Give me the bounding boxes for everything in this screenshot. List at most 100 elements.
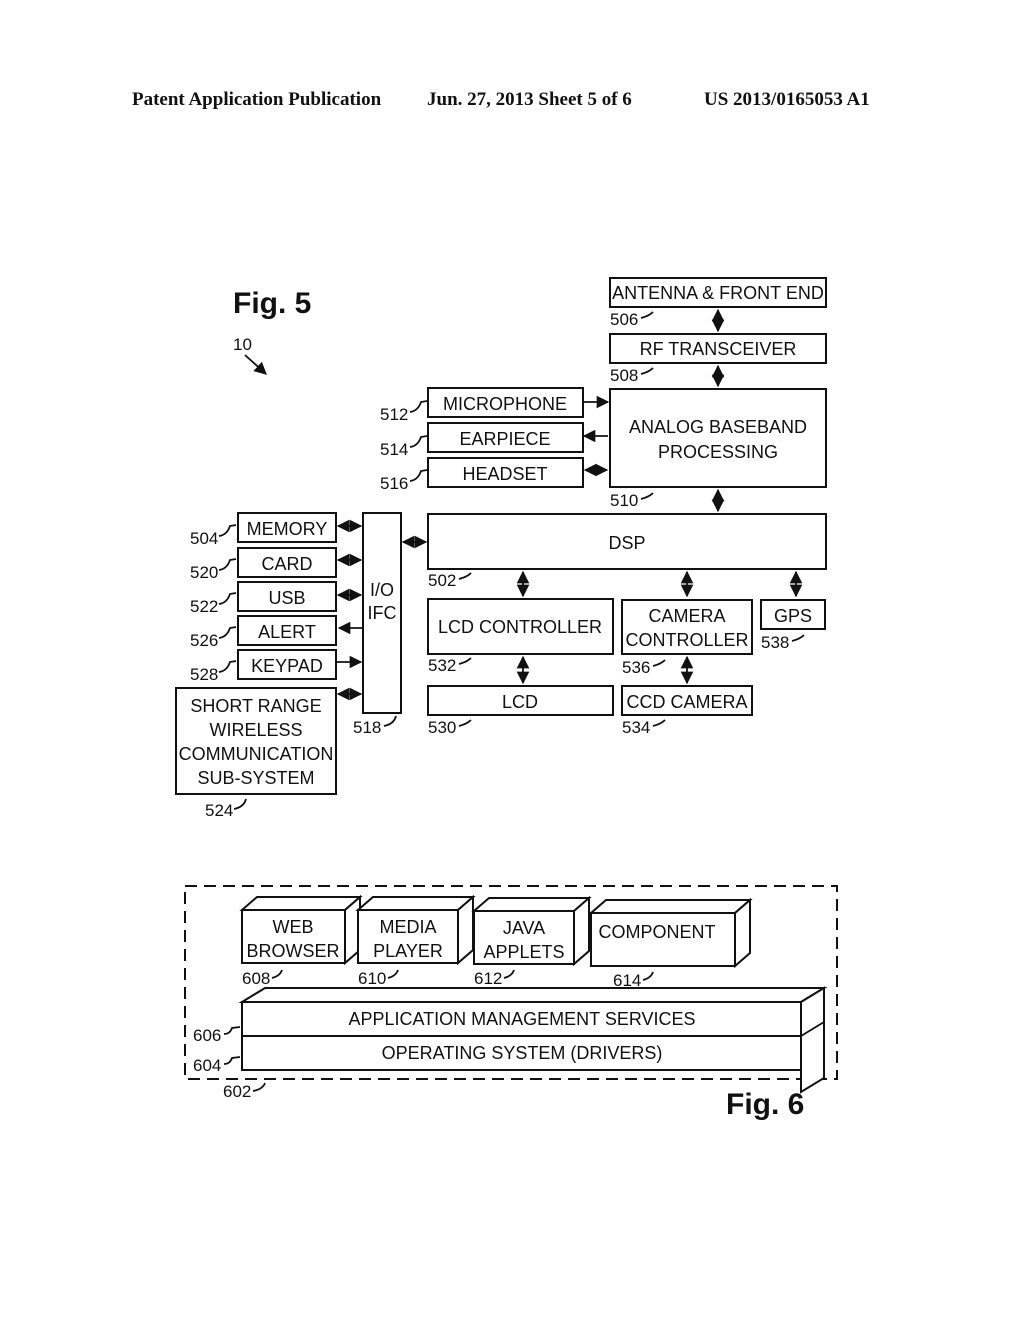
svg-text:BROWSER: BROWSER (246, 941, 339, 961)
block-rf-transceiver: RF TRANSCEIVER (609, 333, 827, 364)
svg-text:WIRELESS: WIRELESS (209, 720, 302, 740)
ref-510: 510 (610, 491, 638, 510)
leader-534 (652, 719, 666, 727)
block-analog-baseband-processing: ANALOG BASEBAND PROCESSING (609, 388, 827, 488)
block-headset: HEADSET (427, 457, 584, 488)
app-web-browser: WEB BROWSER (239, 894, 363, 966)
svg-text:HEADSET: HEADSET (462, 464, 547, 484)
figure-canvas: Fig. 5 10 ANTENNA & FRONT END 506 RF TRA… (175, 277, 838, 1121)
ref-608: 608 (242, 969, 270, 988)
block-card: CARD (237, 547, 337, 578)
block-usb: USB (237, 581, 337, 612)
block-camera-controller: CAMERA CONTROLLER (621, 599, 753, 655)
svg-text:GPS: GPS (774, 606, 812, 626)
ref-520: 520 (190, 563, 218, 582)
block-keypad: KEYPAD (237, 649, 337, 680)
svg-text:SHORT RANGE: SHORT RANGE (190, 696, 321, 716)
ref-524: 524 (205, 801, 233, 820)
svg-text:CONTROLLER: CONTROLLER (625, 630, 748, 650)
fig6-title: Fig. 6 (726, 1088, 804, 1121)
ref-534: 534 (622, 718, 650, 737)
svg-text:ALERT: ALERT (258, 622, 316, 642)
app-java-applets: JAVA APPLETS (471, 895, 592, 967)
svg-text:IFC: IFC (368, 603, 397, 623)
ref-532: 532 (428, 656, 456, 675)
leader-506 (640, 311, 654, 319)
fig5-title: Fig. 5 (233, 287, 311, 320)
svg-text:ANTENNA & FRONT END: ANTENNA & FRONT END (612, 283, 824, 303)
svg-text:MEDIA: MEDIA (379, 917, 436, 937)
leader-516 (409, 469, 428, 482)
leader-508 (640, 367, 654, 375)
ref-610: 610 (358, 969, 386, 988)
leader-602 (252, 1082, 266, 1092)
ref-528: 528 (190, 665, 218, 684)
svg-text:DSP: DSP (608, 533, 645, 553)
block-earpiece: EARPIECE (427, 422, 584, 453)
leader-510 (640, 492, 654, 500)
svg-text:WEB: WEB (272, 917, 313, 937)
svg-text:USB: USB (268, 588, 305, 608)
ref-512: 512 (380, 405, 408, 424)
leader-520 (218, 558, 237, 571)
device-ref-label: 10 (233, 335, 252, 354)
leader-514 (409, 435, 428, 448)
layer-operating-system: OPERATING SYSTEM (DRIVERS) (241, 1035, 802, 1071)
block-io-ifc: I/O IFC (362, 512, 402, 714)
svg-text:OPERATING SYSTEM (DRIVERS): OPERATING SYSTEM (DRIVERS) (382, 1043, 663, 1063)
leader-526 (218, 626, 237, 639)
block-microphone: MICROPHONE (427, 387, 584, 418)
block-alert: ALERT (237, 615, 337, 646)
svg-text:MEMORY: MEMORY (247, 519, 328, 539)
device-ref-arrow (244, 354, 267, 375)
leader-538 (791, 634, 805, 642)
leader-518 (383, 715, 397, 727)
ref-514: 514 (380, 440, 408, 459)
block-gps: GPS (760, 599, 826, 630)
svg-text:LCD: LCD (502, 692, 538, 712)
svg-text:CCD CAMERA: CCD CAMERA (626, 692, 747, 712)
ref-604: 604 (193, 1056, 221, 1075)
svg-text:MICROPHONE: MICROPHONE (443, 394, 567, 414)
ref-516: 516 (380, 474, 408, 493)
block-short-range-wireless: SHORT RANGE WIRELESS COMMUNICATION SUB-S… (175, 687, 337, 795)
svg-text:I/O: I/O (370, 580, 394, 600)
svg-text:CARD: CARD (261, 554, 312, 574)
block-memory: MEMORY (237, 512, 337, 543)
leader-502 (458, 572, 472, 580)
leader-530 (458, 719, 472, 727)
ref-538: 538 (761, 633, 789, 652)
leader-532 (458, 657, 472, 665)
leader-610 (387, 969, 399, 979)
block-dsp: DSP (427, 513, 827, 570)
svg-text:APPLETS: APPLETS (483, 942, 564, 962)
leader-512 (409, 400, 428, 413)
svg-text:COMMUNICATION: COMMUNICATION (179, 744, 334, 764)
ref-508: 508 (610, 366, 638, 385)
leader-612 (503, 969, 515, 979)
ref-522: 522 (190, 597, 218, 616)
leader-524 (233, 798, 247, 810)
ref-506: 506 (610, 310, 638, 329)
svg-text:APPLICATION MANAGEMENT SERVICE: APPLICATION MANAGEMENT SERVICES (348, 1009, 695, 1029)
app-media-player: MEDIA PLAYER (355, 894, 476, 966)
leader-606 (223, 1026, 241, 1035)
leader-522 (218, 592, 237, 605)
ref-612: 612 (474, 969, 502, 988)
svg-text:EARPIECE: EARPIECE (459, 429, 550, 449)
block-ccd-camera: CCD CAMERA (621, 685, 753, 716)
leader-528 (218, 660, 237, 673)
svg-text:SUB-SYSTEM: SUB-SYSTEM (197, 768, 314, 788)
leader-504 (218, 524, 237, 537)
ref-502: 502 (428, 571, 456, 590)
svg-text:KEYPAD: KEYPAD (251, 656, 323, 676)
block-lcd: LCD (427, 685, 614, 716)
svg-text:JAVA: JAVA (503, 918, 545, 938)
svg-text:LCD CONTROLLER: LCD CONTROLLER (438, 617, 602, 637)
svg-text:CAMERA: CAMERA (648, 606, 725, 626)
svg-text:RF TRANSCEIVER: RF TRANSCEIVER (640, 339, 797, 359)
leader-536 (652, 659, 666, 667)
block-lcd-controller: LCD CONTROLLER (427, 598, 614, 655)
leader-604 (223, 1056, 241, 1065)
svg-text:COMPONENT: COMPONENT (599, 922, 716, 942)
